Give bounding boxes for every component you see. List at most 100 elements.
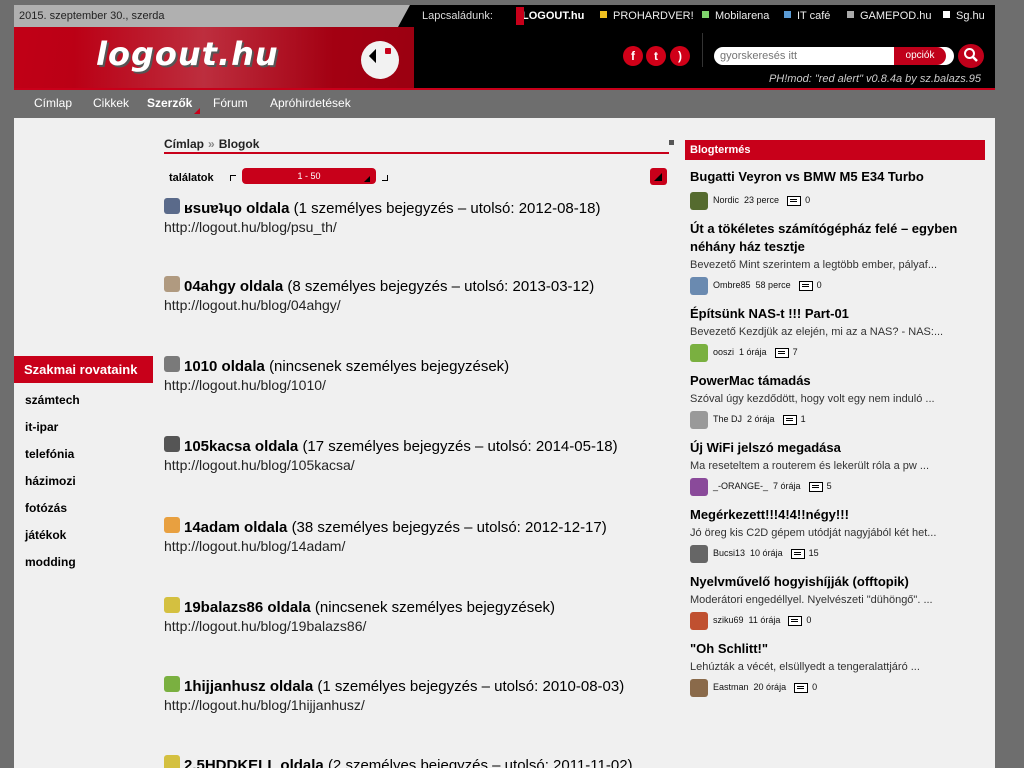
- site-logo[interactable]: logout.hu: [96, 35, 279, 73]
- section-item-telefonia[interactable]: telefónia: [14, 447, 154, 464]
- square-icon: [600, 11, 607, 18]
- section-item-modding[interactable]: modding: [14, 555, 154, 572]
- post-item: Bugatti Veyron vs BMW M5 E34 Turbo Nordi…: [685, 168, 985, 210]
- post-meta: Eastman 20 órája 0: [690, 677, 985, 697]
- section-nav-title: Szakmai rovataink: [14, 356, 153, 383]
- blog-name[interactable]: 1010 oldala: [184, 358, 265, 375]
- post-title[interactable]: Új WiFi jelszó megadása: [690, 439, 985, 457]
- post-excerpt: Moderátori engedéllyel. Nyelvészeti "düh…: [690, 594, 933, 606]
- search-button[interactable]: [958, 44, 984, 68]
- main-nav: Címlap Cikkek Szerzők Fórum Apróhirdetés…: [14, 90, 995, 116]
- post-excerpt: Jó öreg kis C2D gépem utódját nagyjából …: [690, 527, 937, 539]
- post-title[interactable]: PowerMac támadás: [690, 372, 985, 390]
- post-meta: ooszi 1 órája 7: [690, 342, 985, 362]
- blog-name[interactable]: 105kacsa oldala: [184, 438, 298, 455]
- post-item: Építsünk NAS-t !!! Part-01 Bevezető Kezd…: [685, 305, 985, 362]
- comment-count[interactable]: 7: [793, 347, 798, 357]
- comment-icon: [788, 615, 803, 626]
- avatar: [690, 343, 708, 362]
- blog-entry: 19balazs86 oldala (nincsenek személyes b…: [164, 597, 674, 634]
- search-input[interactable]: [716, 47, 900, 65]
- family-link-itcafe[interactable]: IT café: [784, 5, 830, 27]
- family-link-logout[interactable]: LOGOUT.hu: [516, 5, 584, 27]
- avatar: [690, 410, 708, 429]
- post-meta: The DJ 2 órája 1: [690, 409, 985, 429]
- comment-count[interactable]: 0: [805, 195, 810, 205]
- blog-url[interactable]: http://logout.hu/blog/1hijjanhusz/: [164, 697, 674, 713]
- blog-url[interactable]: http://logout.hu/blog/04ahgy/: [164, 297, 674, 313]
- nav-item-cimlap[interactable]: Címlap: [34, 96, 72, 110]
- post-title[interactable]: Nyelvművelő hogyishíjják (offtopik): [690, 573, 985, 591]
- post-item: PowerMac támadás Szóval úgy kezdődött, h…: [685, 372, 985, 429]
- section-item-jatekok[interactable]: játékok: [14, 528, 154, 545]
- comment-count[interactable]: 1: [801, 414, 806, 424]
- blog-url[interactable]: http://logout.hu/blog/1010/: [164, 377, 674, 393]
- family-link-gamepod[interactable]: GAMEPOD.hu: [847, 5, 932, 27]
- logo-panel: logout.hu: [14, 27, 414, 88]
- square-icon: [847, 11, 854, 18]
- family-link-sg[interactable]: Sg.hu: [943, 5, 985, 27]
- search-options-button[interactable]: opciók: [894, 47, 946, 65]
- post-title[interactable]: Építsünk NAS-t !!! Part-01: [690, 305, 985, 323]
- avatar: [164, 356, 180, 372]
- pager-range[interactable]: 1 - 50: [242, 168, 376, 184]
- family-link-prohardver[interactable]: PROHARDVER!: [600, 5, 694, 27]
- facebook-icon[interactable]: f: [623, 46, 643, 66]
- comment-count[interactable]: 5: [827, 481, 832, 491]
- blog-name[interactable]: ʁsuɐʇɥo oldala: [184, 200, 289, 217]
- twitter-icon[interactable]: t: [646, 46, 666, 66]
- nav-item-cikkek[interactable]: Cikkek: [93, 96, 129, 110]
- blog-entry: 04ahgy oldala (8 személyes bejegyzés – u…: [164, 276, 674, 313]
- post-author[interactable]: The DJ: [713, 414, 742, 424]
- post-item: Nyelvművelő hogyishíjják (offtopik) Mode…: [685, 573, 985, 630]
- section-item-szamtech[interactable]: számtech: [14, 393, 154, 410]
- blog-name[interactable]: 2.5HDDKELL oldala: [184, 757, 324, 768]
- post-time: 58 perce: [755, 280, 791, 290]
- blog-name[interactable]: 04ahgy oldala: [184, 278, 283, 295]
- date-divider: [398, 5, 410, 27]
- nav-item-szerzok[interactable]: Szerzők: [147, 96, 201, 114]
- blog-name[interactable]: 1hijjanhusz oldala: [184, 678, 313, 695]
- post-title[interactable]: Bugatti Veyron vs BMW M5 E34 Turbo: [690, 168, 985, 186]
- post-author[interactable]: ooszi: [713, 347, 734, 357]
- post-meta: sziku69 11 órája 0: [690, 610, 985, 630]
- hits-label: találatok: [169, 172, 214, 184]
- family-link-mobilarena[interactable]: Mobilarena: [702, 5, 769, 27]
- blog-url[interactable]: http://logout.hu/blog/psu_th/: [164, 219, 674, 235]
- rss-icon[interactable]: ): [670, 46, 690, 66]
- mod-version: PH!mod: "red alert" v0.8.4a by sz.balazs…: [768, 73, 981, 85]
- ph-logo-icon[interactable]: [361, 41, 399, 79]
- breadcrumb-home[interactable]: Címlap: [164, 137, 204, 151]
- breadcrumb-current: Blogok: [218, 137, 260, 151]
- comment-count[interactable]: 15: [809, 548, 819, 558]
- site-header: logout.hu f t ) opciók PH!mod: "red aler…: [14, 27, 995, 88]
- post-author[interactable]: Nordic: [713, 195, 739, 205]
- blog-name[interactable]: 14adam oldala: [184, 519, 287, 536]
- nav-item-forum[interactable]: Fórum: [213, 96, 248, 110]
- post-title[interactable]: Út a tökéletes számítógépház felé – egyb…: [690, 220, 985, 256]
- post-title[interactable]: "Oh Schlitt!": [690, 640, 985, 658]
- section-item-fotozas[interactable]: fotózás: [14, 501, 154, 518]
- post-author[interactable]: _-ORANGE-_: [713, 481, 768, 491]
- blog-name[interactable]: 19balazs86 oldala: [184, 599, 311, 616]
- avatar: [690, 191, 708, 210]
- avatar: [690, 477, 708, 496]
- comment-count[interactable]: 0: [806, 615, 811, 625]
- post-author[interactable]: Ombre85: [713, 280, 751, 290]
- post-author[interactable]: Eastman: [713, 682, 749, 692]
- post-author[interactable]: sziku69: [713, 615, 744, 625]
- avatar: [690, 544, 708, 563]
- nav-item-aprohirdetesek[interactable]: Apróhirdetések: [270, 96, 351, 110]
- square-icon: [784, 11, 791, 18]
- comment-count[interactable]: 0: [812, 682, 817, 692]
- post-author[interactable]: Bucsi13: [713, 548, 745, 558]
- list-options-button[interactable]: [650, 168, 667, 185]
- section-item-hazimozi[interactable]: házimozi: [14, 474, 154, 491]
- comment-count[interactable]: 0: [817, 280, 822, 290]
- blog-url[interactable]: http://logout.hu/blog/105kacsa/: [164, 457, 674, 473]
- blog-url[interactable]: http://logout.hu/blog/19balazs86/: [164, 618, 674, 634]
- post-title[interactable]: Megérkezett!!!4!4!!négy!!!: [690, 506, 985, 524]
- comment-icon: [808, 481, 823, 492]
- blog-url[interactable]: http://logout.hu/blog/14adam/: [164, 538, 674, 554]
- section-item-it-ipar[interactable]: it-ipar: [14, 420, 154, 437]
